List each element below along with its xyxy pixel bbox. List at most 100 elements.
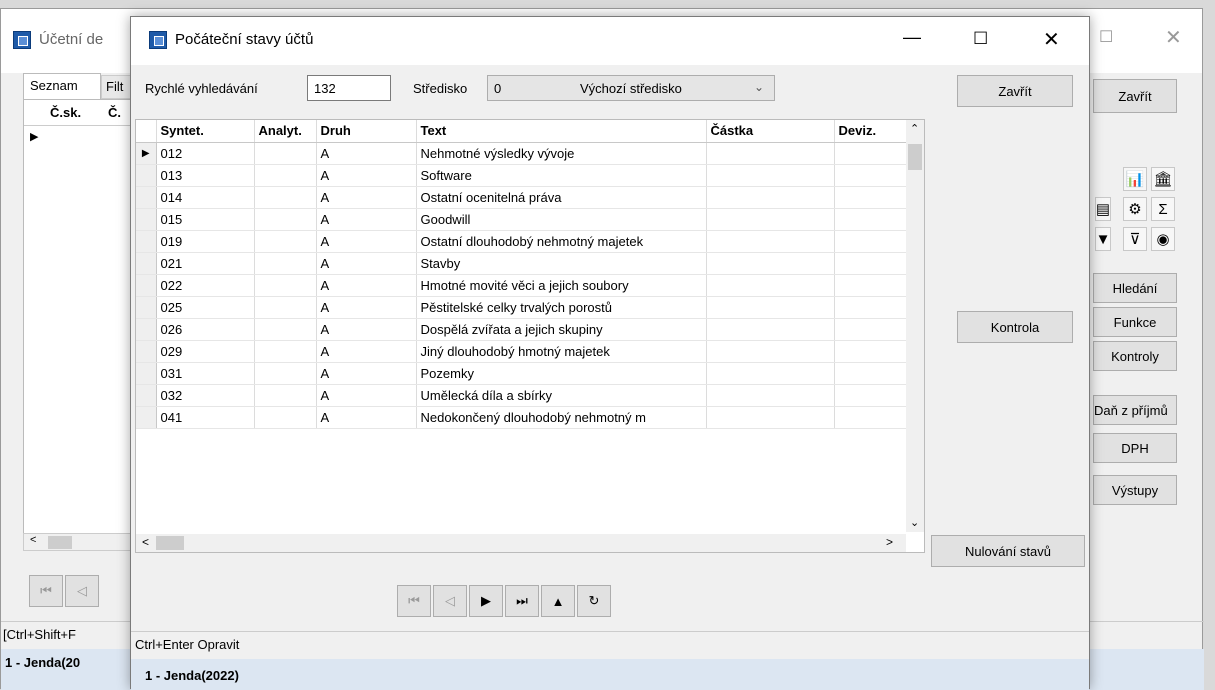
row-selector[interactable]	[136, 252, 157, 275]
cell-deviz[interactable]	[834, 230, 907, 253]
cell-druh[interactable]: A	[316, 406, 417, 429]
cell-text[interactable]: Nehmotné výsledky vývoje	[416, 142, 707, 165]
cell-castka[interactable]	[706, 406, 835, 429]
first-record-button[interactable]: ⏮	[397, 585, 431, 617]
maximize-icon[interactable]: ☐	[973, 29, 988, 49]
funkce-button[interactable]: Funkce	[1093, 307, 1177, 337]
cell-castka[interactable]	[706, 296, 835, 319]
cell-text[interactable]: Ostatní dlouhodobý nehmotný majetek	[416, 230, 707, 253]
vscroll-thumb[interactable]	[908, 144, 922, 170]
row-selector[interactable]	[136, 340, 157, 363]
kontroly-button[interactable]: Kontroly	[1093, 341, 1177, 371]
cell-castka[interactable]	[706, 252, 835, 275]
cell-deviz[interactable]	[834, 384, 907, 407]
cell-deviz[interactable]	[834, 318, 907, 341]
scroll-thumb[interactable]	[48, 536, 72, 549]
cell-text[interactable]: Nedokončený dlouhodobý nehmotný m	[416, 406, 707, 429]
cell-text[interactable]: Pozemky	[416, 362, 707, 385]
col-header-syntet[interactable]: Syntet.	[156, 120, 255, 143]
cell-analyt[interactable]	[254, 384, 317, 407]
cell-deviz[interactable]	[834, 164, 907, 187]
row-selector[interactable]	[136, 362, 157, 385]
filter-icon[interactable]: ▼	[1095, 227, 1111, 251]
cell-text[interactable]: Jiný dlouhodobý hmotný majetek	[416, 340, 707, 363]
cell-syntet[interactable]: 041	[156, 406, 255, 429]
main-grid[interactable]: Č.sk. Č. ▶	[23, 99, 136, 545]
cell-syntet[interactable]: 022	[156, 274, 255, 297]
scroll-right-icon[interactable]: >	[886, 535, 893, 549]
prev-record-button[interactable]: ◁	[433, 585, 467, 617]
cell-text[interactable]: Software	[416, 164, 707, 187]
table-row[interactable]: 013 A Software	[136, 164, 907, 187]
col-header-deviz[interactable]: Deviz.	[834, 120, 907, 143]
maximize-icon[interactable]: ☐	[1099, 27, 1113, 47]
cell-deviz[interactable]	[834, 274, 907, 297]
cell-text[interactable]: Stavby	[416, 252, 707, 275]
cell-syntet[interactable]: 032	[156, 384, 255, 407]
cell-syntet[interactable]: 026	[156, 318, 255, 341]
quick-search-input[interactable]	[307, 75, 391, 101]
bank-icon[interactable]: 🏛	[1151, 167, 1175, 191]
cell-analyt[interactable]	[254, 142, 317, 165]
table-row[interactable]: 021 A Stavby	[136, 252, 907, 275]
cell-text[interactable]: Dospělá zvířata a jejich skupiny	[416, 318, 707, 341]
table-row[interactable]: 014 A Ostatní ocenitelná práva	[136, 186, 907, 209]
cell-castka[interactable]	[706, 340, 835, 363]
cell-druh[interactable]: A	[316, 274, 417, 297]
grid-vscrollbar[interactable]: ⌃ ⌄	[906, 120, 924, 532]
table-row[interactable]: 015 A Goodwill	[136, 208, 907, 231]
cell-castka[interactable]	[706, 208, 835, 231]
row-selector[interactable]	[136, 186, 157, 209]
cell-castka[interactable]	[706, 164, 835, 187]
cell-deviz[interactable]	[834, 296, 907, 319]
row-indicator-icon[interactable]: ▶	[136, 142, 157, 165]
table-row[interactable]: ▶ 012 A Nehmotné výsledky vývoje	[136, 142, 907, 165]
table-row[interactable]: 022 A Hmotné movité věci a jejich soubory	[136, 274, 907, 297]
up-button[interactable]: ▲	[541, 585, 575, 617]
row-selector[interactable]	[136, 230, 157, 253]
last-record-button[interactable]: ⏭	[505, 585, 539, 617]
cell-deviz[interactable]	[834, 340, 907, 363]
cell-analyt[interactable]	[254, 252, 317, 275]
nulovani-stavu-button[interactable]: Nulování stavů	[931, 535, 1085, 567]
next-record-button[interactable]: ▶	[469, 585, 503, 617]
cell-analyt[interactable]	[254, 208, 317, 231]
table-row[interactable]: 031 A Pozemky	[136, 362, 907, 385]
scroll-left-icon[interactable]: <	[142, 535, 149, 549]
cell-castka[interactable]	[706, 142, 835, 165]
cell-text[interactable]: Hmotné movité věci a jejich soubory	[416, 274, 707, 297]
kontrola-button[interactable]: Kontrola	[957, 311, 1073, 343]
cell-castka[interactable]	[706, 318, 835, 341]
dan-z-prijmu-button[interactable]: Daň z příjmů	[1093, 395, 1177, 425]
hledani-button[interactable]: Hledání	[1093, 273, 1177, 303]
cell-druh[interactable]: A	[316, 186, 417, 209]
grid-hscrollbar[interactable]: < >	[136, 534, 906, 552]
table-row[interactable]: 026 A Dospělá zvířata a jejich skupiny	[136, 318, 907, 341]
cell-analyt[interactable]	[254, 296, 317, 319]
table-row[interactable]: 019 A Ostatní dlouhodobý nehmotný majetek	[136, 230, 907, 253]
table-row[interactable]: 041 A Nedokončený dlouhodobý nehmotný m	[136, 406, 907, 429]
hscroll-thumb[interactable]	[156, 536, 184, 550]
scroll-up-icon[interactable]: ⌃	[910, 122, 919, 135]
cell-syntet[interactable]: 029	[156, 340, 255, 363]
cell-druh[interactable]: A	[316, 230, 417, 253]
row-selector[interactable]	[136, 274, 157, 297]
main-prev-button[interactable]: ◁	[65, 575, 99, 607]
gear-icon[interactable]: ⚙	[1123, 197, 1147, 221]
cell-analyt[interactable]	[254, 274, 317, 297]
refresh-button[interactable]: ↻	[577, 585, 611, 617]
tab-seznam[interactable]: Seznam	[23, 73, 101, 99]
list-icon[interactable]: ▤	[1095, 197, 1111, 221]
cell-druh[interactable]: A	[316, 164, 417, 187]
cell-druh[interactable]: A	[316, 340, 417, 363]
col-header-text[interactable]: Text	[416, 120, 707, 143]
cell-analyt[interactable]	[254, 230, 317, 253]
cell-druh[interactable]: A	[316, 362, 417, 385]
cell-analyt[interactable]	[254, 164, 317, 187]
cell-analyt[interactable]	[254, 186, 317, 209]
scroll-left-icon[interactable]: <	[30, 534, 36, 546]
table-row[interactable]: 029 A Jiný dlouhodobý hmotný majetek	[136, 340, 907, 363]
cell-analyt[interactable]	[254, 318, 317, 341]
sum-icon[interactable]: Σ	[1151, 197, 1175, 221]
cell-text[interactable]: Ostatní ocenitelná práva	[416, 186, 707, 209]
